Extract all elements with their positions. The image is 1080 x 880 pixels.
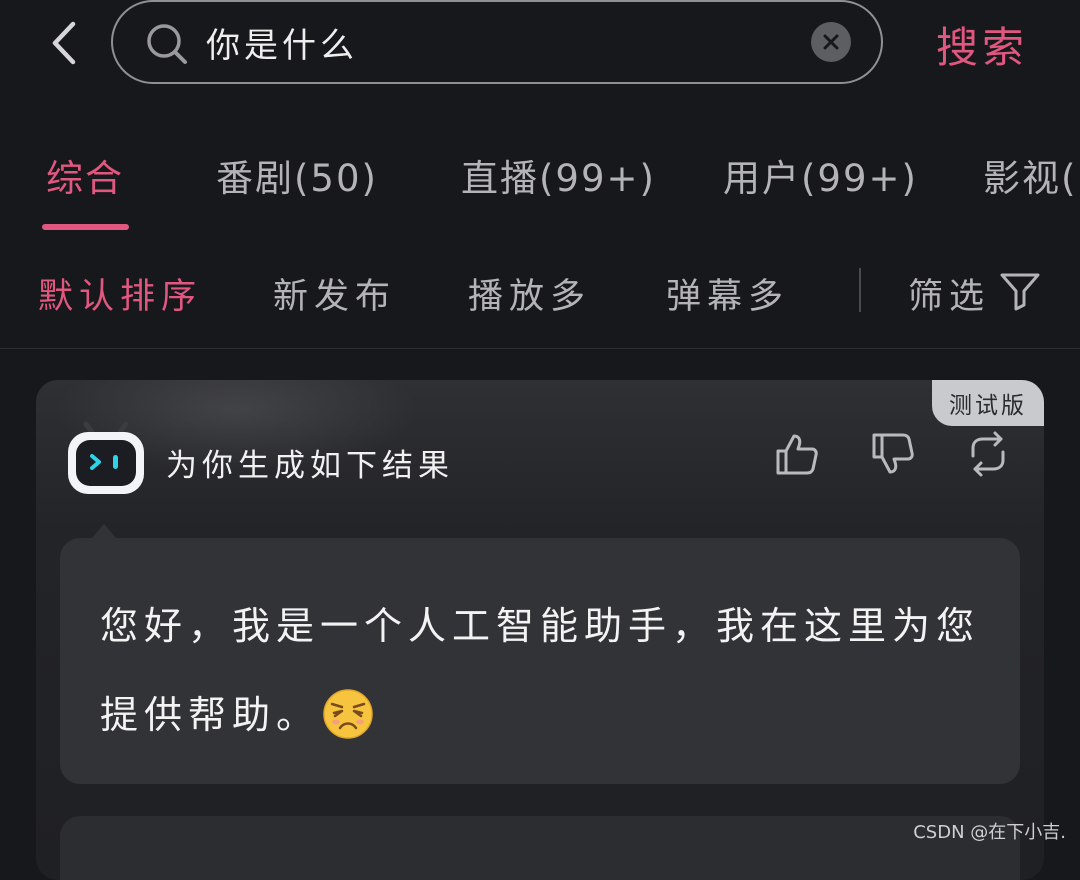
tab-live[interactable]: 直播(99+) — [461, 148, 656, 202]
thumbs-down-icon[interactable] — [868, 430, 916, 478]
back-button[interactable] — [44, 18, 84, 68]
watermark: CSDN @在下小吉. — [913, 822, 1066, 843]
tab-anime[interactable]: 番剧(50) — [216, 148, 378, 202]
beta-badge: 测试版 — [932, 380, 1044, 426]
sleepy-face-emoji-icon — [323, 689, 373, 739]
search-icon — [147, 24, 187, 64]
tab-all[interactable]: 综合 — [46, 148, 124, 202]
ai-card-title: 为你生成如下结果 — [166, 448, 454, 484]
search-query-text[interactable]: 你是什么 — [206, 18, 358, 67]
active-tab-indicator — [42, 224, 129, 230]
ai-answer-card: 测试版 为你生成如下结果 您好，我是一个人工智能助手，我在这里为您提供帮助。 — [36, 380, 1044, 880]
filter-button[interactable]: 筛选 — [908, 268, 990, 319]
sort-divider — [859, 268, 861, 312]
sort-default[interactable]: 默认排序 — [38, 268, 202, 319]
close-icon — [823, 34, 839, 50]
filter-icon[interactable] — [999, 271, 1041, 311]
sort-newest[interactable]: 新发布 — [273, 268, 396, 319]
search-input[interactable]: 你是什么 — [111, 0, 883, 84]
robot-avatar-icon — [68, 421, 144, 494]
sort-most-played[interactable]: 播放多 — [468, 268, 591, 319]
ai-answer-content: 您好，我是一个人工智能助手，我在这里为您提供帮助。 — [100, 604, 981, 737]
ai-answer-text: 您好，我是一个人工智能助手，我在这里为您提供帮助。 — [100, 582, 982, 760]
search-submit-button[interactable]: 搜索 — [936, 14, 1028, 75]
bubble-tail — [92, 524, 116, 538]
chevron-left-icon — [52, 21, 76, 65]
tab-users[interactable]: 用户(99+) — [723, 148, 918, 202]
refresh-icon[interactable] — [964, 430, 1012, 478]
clear-search-button[interactable] — [811, 22, 851, 62]
ai-answer-bubble: 您好，我是一个人工智能助手，我在这里为您提供帮助。 — [60, 538, 1020, 784]
sort-most-danmaku[interactable]: 弹幕多 — [666, 268, 789, 319]
tab-film[interactable]: 影视( — [983, 148, 1077, 202]
thumbs-up-icon[interactable] — [772, 430, 820, 478]
next-result-bubble — [60, 816, 1020, 880]
section-divider — [0, 348, 1080, 349]
